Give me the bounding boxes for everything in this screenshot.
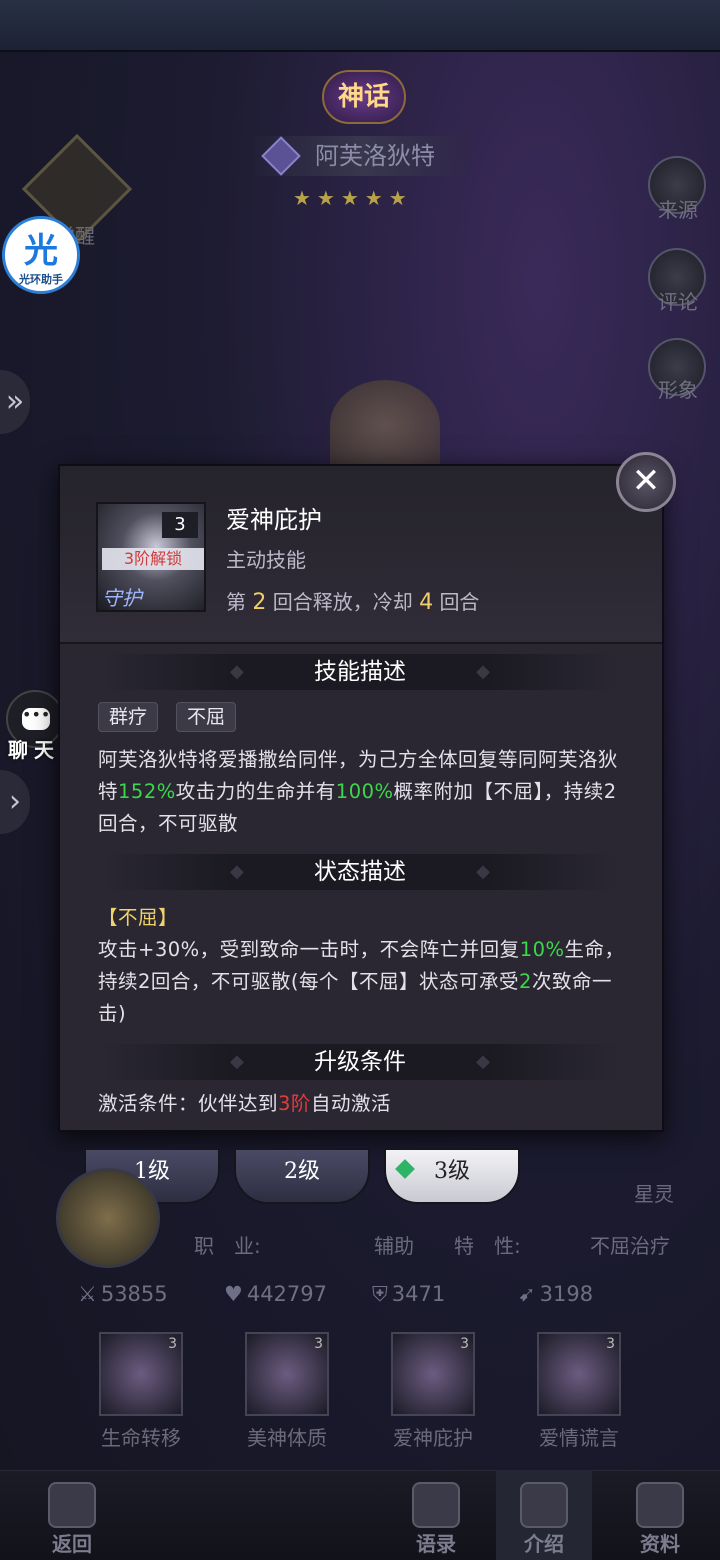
hero-name: 阿芙洛狄特 bbox=[315, 142, 435, 170]
tab-level-2[interactable]: 2级 bbox=[234, 1148, 370, 1204]
rarity-badge: 神话 bbox=[322, 70, 406, 124]
job-value: 辅助 bbox=[374, 1234, 414, 1258]
skill-icon-text: 守护 bbox=[102, 586, 142, 610]
gem-icon bbox=[261, 136, 301, 176]
proc-chance: 100% bbox=[335, 780, 394, 803]
card-icon bbox=[636, 1482, 684, 1528]
back-icon bbox=[48, 1482, 96, 1528]
defense-value: 3471 bbox=[391, 1282, 446, 1306]
skill-name: 爱神庇护 bbox=[226, 506, 322, 534]
skill-description: 阿芙洛狄特将爱播撒给同伴，为己方全体回复等同阿芙洛狄特152%攻击力的生命并有1… bbox=[98, 744, 628, 840]
assistant-logo: 光 bbox=[24, 231, 58, 271]
defense-stat: ⛨ 3471 bbox=[372, 1282, 445, 1307]
skill-slot-level: 3 bbox=[168, 1336, 177, 1352]
assistant-floating-button[interactable]: 光 光环助手 bbox=[2, 216, 80, 294]
skill-icon: 3 3阶解锁 守护 bbox=[96, 502, 206, 612]
skill-slot-3[interactable]: 3 bbox=[391, 1332, 475, 1416]
close-button[interactable]: ✕ bbox=[616, 452, 676, 512]
cooldown-suffix: 回合 bbox=[439, 590, 480, 614]
cooldown-rounds: 4 bbox=[419, 590, 434, 615]
speed-value: 3198 bbox=[539, 1282, 594, 1306]
nav-quotes-label: 语录 bbox=[416, 1532, 456, 1556]
source-label: 来源 bbox=[658, 198, 698, 222]
attack-stat: ⚔ 53855 bbox=[78, 1282, 168, 1306]
selected-gem-icon bbox=[395, 1159, 415, 1179]
comment-label: 评论 bbox=[658, 290, 698, 314]
status-desc-part: 攻击+30%，受到致命一击时，不会阵亡并回复 bbox=[98, 938, 520, 961]
nav-back[interactable]: 返回 bbox=[24, 1470, 120, 1560]
revive-percent: 10% bbox=[519, 938, 565, 961]
sword-icon: ⚔ bbox=[78, 1282, 97, 1306]
microphone-icon bbox=[412, 1482, 460, 1528]
hp-stat: ♥ 442797 bbox=[224, 1282, 327, 1306]
upgrade-title: 升级条件 bbox=[100, 1044, 620, 1080]
intro-icon bbox=[520, 1482, 568, 1528]
status-name: 【不屈】 bbox=[98, 906, 179, 929]
skill-slot-2-label: 美神体质 bbox=[247, 1426, 327, 1450]
assistant-label: 光环助手 bbox=[19, 273, 63, 286]
race-value: 星灵 bbox=[634, 1182, 674, 1206]
cooldown-middle: 回合释放，冷却 bbox=[272, 590, 413, 614]
skill-slot-level: 3 bbox=[606, 1336, 615, 1352]
nav-profile[interactable]: 资料 bbox=[612, 1470, 708, 1560]
attack-value: 53855 bbox=[100, 1282, 168, 1306]
upgrade-part: 激活条件：伙伴达到 bbox=[98, 1092, 279, 1115]
heart-icon: ♥ bbox=[224, 1282, 243, 1306]
nav-profile-label: 资料 bbox=[640, 1532, 680, 1556]
skill-cooldown: 第 2 回合释放，冷却 4 回合 bbox=[226, 586, 479, 615]
skill-level-badge: 3 bbox=[162, 512, 198, 538]
chat-bubble-icon: ••• bbox=[22, 707, 50, 730]
skill-slot-level: 3 bbox=[460, 1336, 469, 1352]
appearance-label: 形象 bbox=[658, 378, 698, 402]
hp-value: 442797 bbox=[246, 1282, 327, 1306]
speed-stat: ➹ 3198 bbox=[518, 1282, 593, 1306]
hero-avatar bbox=[56, 1168, 160, 1268]
skill-slot-3-label: 爱神庇护 bbox=[393, 1426, 473, 1450]
skill-slot-1[interactable]: 3 bbox=[99, 1332, 183, 1416]
tab-level-3-label: 3级 bbox=[434, 1159, 470, 1184]
star-rating: ★★★★★ bbox=[293, 186, 413, 210]
tab-level-3[interactable]: 3级 bbox=[384, 1148, 520, 1204]
skill-slot-2[interactable]: 3 bbox=[245, 1332, 329, 1416]
status-description: 【不屈】 攻击+30%，受到致命一击时，不会阵亡并回复10%生命，持续2回合，不… bbox=[98, 902, 628, 1030]
skill-desc-title: 技能描述 bbox=[100, 654, 620, 690]
skill-slot-4-label: 爱情谎言 bbox=[539, 1426, 619, 1450]
heal-percent: 152% bbox=[118, 780, 176, 803]
skill-type: 主动技能 bbox=[226, 548, 306, 572]
shield-icon: ⛨ bbox=[372, 1282, 388, 1306]
chat-label: 聊天 bbox=[8, 738, 60, 762]
trait-label: 特 性: bbox=[454, 1234, 521, 1258]
nav-intro[interactable]: 介绍 bbox=[496, 1470, 592, 1560]
top-bar bbox=[0, 0, 720, 52]
nav-quotes[interactable]: 语录 bbox=[388, 1470, 484, 1560]
job-label: 职 业: bbox=[194, 1234, 261, 1258]
upgrade-part: 自动激活 bbox=[310, 1092, 391, 1115]
upgrade-condition: 激活条件：伙伴达到3阶自动激活 bbox=[98, 1088, 628, 1120]
status-desc-title: 状态描述 bbox=[100, 854, 620, 890]
skill-detail-popup: 3 3阶解锁 守护 爱神庇护 主动技能 第 2 回合释放，冷却 4 回合 ✕ 技… bbox=[58, 452, 676, 1132]
skill-slot-1-label: 生命转移 bbox=[101, 1426, 181, 1450]
skill-desc-part: 攻击力的生命并有 bbox=[175, 780, 336, 803]
tag-unyielding: 不屈 bbox=[176, 702, 237, 732]
popup-header: 3 3阶解锁 守护 爱神庇护 主动技能 第 2 回合释放，冷却 4 回合 bbox=[60, 466, 662, 644]
nav-intro-label: 介绍 bbox=[524, 1532, 564, 1556]
skill-slot-level: 3 bbox=[314, 1336, 323, 1352]
skill-slot-4[interactable]: 3 bbox=[537, 1332, 621, 1416]
fatal-block-count: 2 bbox=[519, 970, 532, 993]
nav-back-label: 返回 bbox=[52, 1532, 92, 1556]
unlock-tag: 3阶解锁 bbox=[102, 548, 204, 570]
tag-group-heal: 群疗 bbox=[98, 702, 159, 732]
release-round: 2 bbox=[252, 590, 267, 615]
hero-portrait-art bbox=[330, 380, 440, 470]
boot-icon: ➹ bbox=[518, 1282, 536, 1306]
hero-name-plate: 阿芙洛狄特 bbox=[255, 136, 470, 176]
required-tier: 3阶 bbox=[278, 1092, 311, 1115]
trait-value: 不屈治疗 bbox=[590, 1234, 670, 1258]
cooldown-prefix: 第 bbox=[226, 590, 246, 614]
